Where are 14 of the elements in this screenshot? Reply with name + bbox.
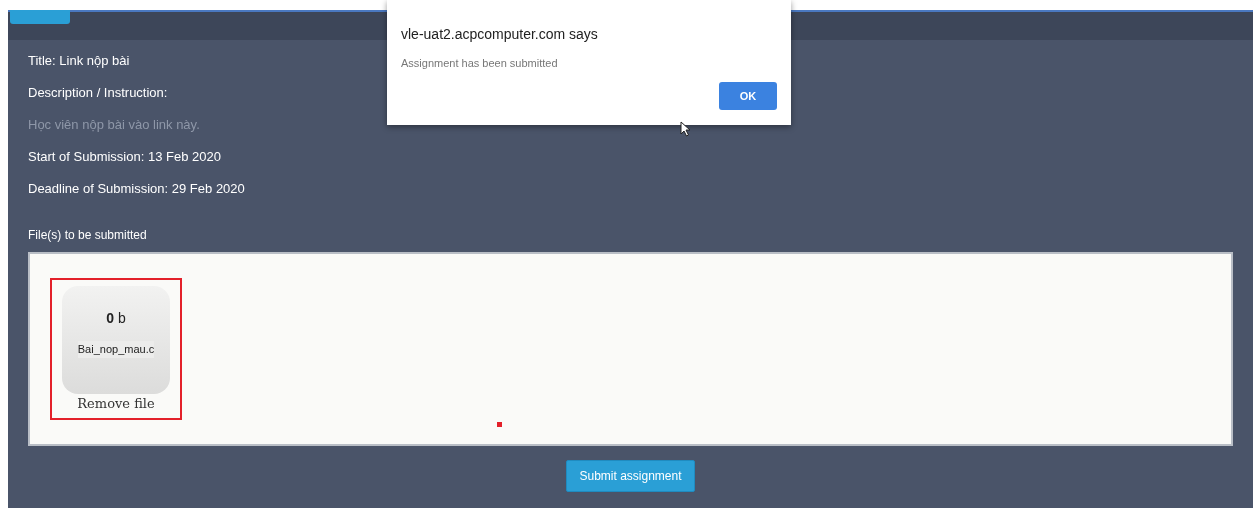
detail-text: Deadline of Submission: 29 Feb 2020 <box>28 180 245 198</box>
remove-file-link[interactable]: Remove file <box>62 394 170 414</box>
cut-off-button[interactable] <box>10 10 70 24</box>
dialog-message: Assignment has been submitted <box>401 56 559 71</box>
files-label: File(s) to be submitted <box>28 227 147 244</box>
detail-text: Title: Link nộp bài <box>28 52 130 70</box>
dialog-title: vle-uat2.acpcomputer.com says <box>401 25 599 44</box>
description-text: Học viên nộp bài vào link này. <box>28 116 200 134</box>
file-size: 0 b <box>106 309 126 328</box>
submit-button[interactable]: Submit assignment <box>566 460 695 492</box>
ok-button[interactable]: OK <box>719 82 777 110</box>
detail-text: Description / Instruction: <box>28 84 168 102</box>
detail-text: Start of Submission: 13 Feb 2020 <box>28 148 221 166</box>
file-name: Bai_nop_mau.c <box>77 341 155 358</box>
